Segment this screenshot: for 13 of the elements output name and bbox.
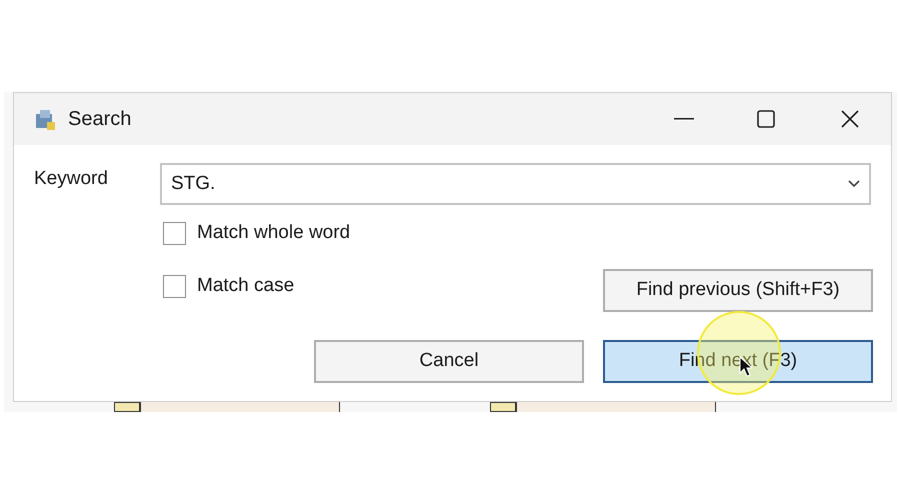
cancel-button[interactable]: Cancel: [314, 340, 584, 382]
checkbox-label: Match whole word: [197, 221, 350, 245]
maximize-icon[interactable]: [757, 110, 775, 128]
keyword-label: Keyword: [34, 167, 109, 191]
checkbox[interactable]: [163, 222, 186, 245]
window-title: Search: [68, 107, 132, 132]
close-icon[interactable]: [841, 110, 859, 128]
checkbox[interactable]: [163, 274, 186, 298]
checkbox-label: Match case: [197, 274, 294, 298]
find-previous-button[interactable]: Find previous (Shift+F3): [603, 268, 873, 312]
keyword-combobox[interactable]: STG.: [160, 163, 871, 205]
dropdown-chevron-icon: [848, 180, 860, 188]
minimize-icon[interactable]: [674, 118, 694, 120]
